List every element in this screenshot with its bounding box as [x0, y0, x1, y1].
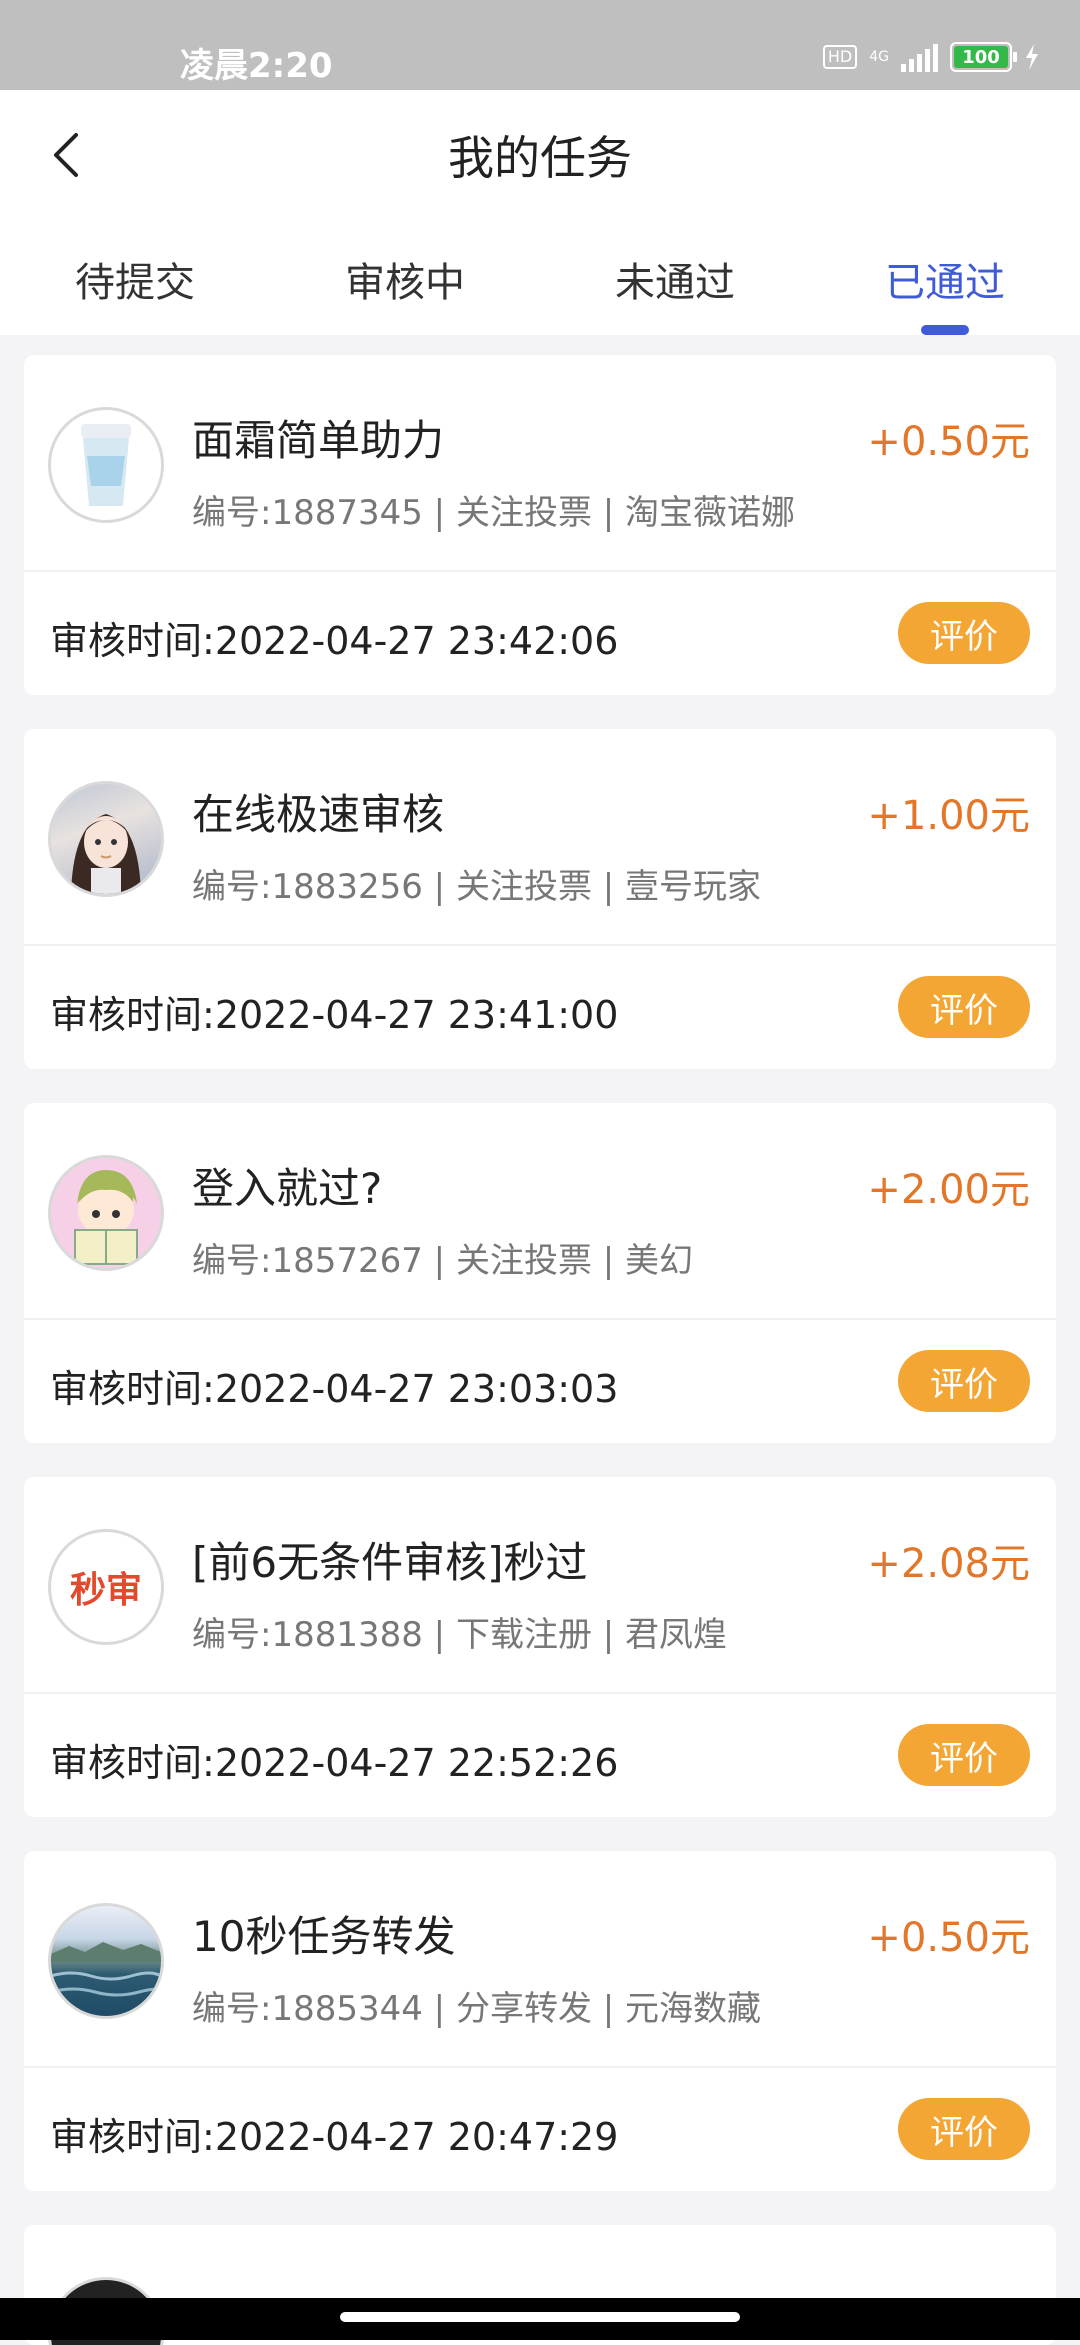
task-reward: +1.00元: [867, 793, 1030, 839]
tab-label: 审核中: [345, 260, 465, 306]
task-card[interactable]: 10秒任务转发 +0.50元 编号:1885344 | 分享转发 | 元海数藏 …: [24, 1851, 1056, 2191]
task-card-header: 在线极速审核 +1.00元 编号:1883256 | 关注投票 | 壹号玩家: [24, 729, 1056, 946]
task-card[interactable]: 在线极速审核 +1.00元 编号:1883256 | 关注投票 | 壹号玩家 审…: [24, 729, 1056, 1069]
avatar: [48, 407, 164, 523]
review-time-label: 审核时间:: [50, 993, 215, 1037]
rate-button[interactable]: 评价: [898, 602, 1030, 664]
avatar: [48, 1903, 164, 2019]
task-reward: +0.50元: [867, 419, 1030, 465]
app-logo: 秒审: [69, 1570, 142, 1611]
rate-button[interactable]: 评价: [898, 1724, 1030, 1786]
task-meta: 编号:1883256 | 关注投票 | 壹号玩家: [192, 867, 762, 907]
battery-icon: 100: [950, 42, 1017, 72]
rate-button[interactable]: 评价: [898, 1350, 1030, 1412]
review-time: 审核时间:2022-04-27 23:42:06: [50, 610, 618, 665]
task-reward: +0.50元: [867, 1915, 1030, 1961]
avatar: [48, 781, 164, 897]
review-time-value: 2022-04-27 22:52:26: [214, 1741, 619, 1785]
cartoon-boy-icon: [74, 1170, 138, 1265]
task-meta: 编号:1857267 | 关注投票 | 美幻: [192, 1241, 694, 1281]
task-card-footer: 审核时间:2022-04-27 20:47:29 评价: [24, 2068, 1056, 2191]
hd-icon: HD: [822, 45, 858, 69]
review-time-label: 审核时间:: [50, 1741, 215, 1785]
task-meta: 编号:1881388 | 下载注册 | 君凤煌: [192, 1615, 728, 1655]
header: 我的任务: [0, 90, 1080, 220]
avatar: 秒审: [48, 1529, 164, 1645]
tab-under-review[interactable]: 审核中: [270, 220, 540, 335]
charging-icon: [1026, 44, 1038, 70]
review-time-label: 审核时间:: [50, 619, 215, 663]
task-meta: 编号:1887345 | 关注投票 | 淘宝薇诺娜: [192, 493, 796, 533]
girl-portrait-icon: [71, 814, 141, 894]
review-time: 审核时间:2022-04-27 20:47:29: [50, 2106, 618, 2161]
review-time: 审核时间:2022-04-27 23:41:00: [50, 984, 618, 1039]
page-title: 我的任务: [448, 131, 632, 185]
task-card-header: 登入就过? +2.00元 编号:1857267 | 关注投票 | 美幻: [24, 1103, 1056, 1320]
review-time-label: 审核时间:: [50, 2115, 215, 2159]
status-icons: HD 4G 100: [822, 42, 1040, 72]
task-card-footer: 审核时间:2022-04-27 23:42:06 评价: [24, 572, 1056, 695]
task-card-header: 10秒任务转发 +0.50元 编号:1885344 | 分享转发 | 元海数藏: [24, 1851, 1056, 2068]
cup-icon: [81, 424, 131, 506]
task-card-header: 面霜简单助力 +0.50元 编号:1887345 | 关注投票 | 淘宝薇诺娜: [24, 355, 1056, 572]
tab-approved[interactable]: 已通过: [810, 220, 1080, 335]
home-indicator[interactable]: [340, 2312, 740, 2322]
review-time: 审核时间:2022-04-27 23:03:03: [50, 1358, 618, 1413]
task-reward: +2.00元: [867, 1167, 1030, 1213]
status-time: 凌晨2:20: [180, 46, 333, 86]
task-name: 面霜简单助力: [192, 416, 445, 465]
tab-pending-submit[interactable]: 待提交: [0, 220, 270, 335]
review-time-value: 2022-04-27 23:03:03: [214, 1367, 619, 1411]
review-time-value: 2022-04-27 20:47:29: [214, 2115, 619, 2159]
rate-button[interactable]: 评价: [898, 976, 1030, 1038]
task-name: 在线极速审核: [192, 790, 445, 839]
tab-label: 未通过: [615, 260, 735, 306]
task-list: 面霜简单助力 +0.50元 编号:1887345 | 关注投票 | 淘宝薇诺娜 …: [24, 355, 1056, 2345]
task-card[interactable]: 面霜简单助力 +0.50元 编号:1887345 | 关注投票 | 淘宝薇诺娜 …: [24, 355, 1056, 695]
rate-button[interactable]: 评价: [898, 2098, 1030, 2160]
review-time-value: 2022-04-27 23:41:00: [214, 993, 619, 1037]
task-card[interactable]: 登入就过? +2.00元 编号:1857267 | 关注投票 | 美幻 审核时间…: [24, 1103, 1056, 1443]
tab-label: 已通过: [885, 260, 1005, 306]
task-name: [前6无条件审核]秒过: [192, 1538, 588, 1587]
sea-landscape-icon: [51, 1942, 161, 1997]
system-nav-bar: [0, 2298, 1080, 2340]
review-time-value: 2022-04-27 23:42:06: [214, 619, 619, 663]
task-card-header: 秒审 [前6无条件审核]秒过 +2.08元 编号:1881388 | 下载注册 …: [24, 1477, 1056, 1694]
task-name: 10秒任务转发: [192, 1912, 456, 1961]
task-card-footer: 审核时间:2022-04-27 23:03:03 评价: [24, 1320, 1056, 1443]
tab-active-indicator: [921, 325, 969, 335]
review-time: 审核时间:2022-04-27 22:52:26: [50, 1732, 618, 1787]
task-reward: +2.08元: [867, 1541, 1030, 1587]
task-card-footer: 审核时间:2022-04-27 23:41:00 评价: [24, 946, 1056, 1069]
task-name: 登入就过?: [192, 1164, 383, 1213]
review-time-label: 审核时间:: [50, 1367, 215, 1411]
tab-bar: 待提交 审核中 未通过 已通过: [0, 220, 1080, 335]
task-card-footer: 审核时间:2022-04-27 22:52:26 评价: [24, 1694, 1056, 1817]
avatar: [48, 1155, 164, 1271]
status-bar: 凌晨2:20 HD 4G 100: [0, 0, 1080, 90]
battery-level: 100: [954, 46, 1008, 68]
tab-label: 待提交: [75, 260, 195, 306]
signal-icon: [901, 42, 938, 72]
tab-rejected[interactable]: 未通过: [540, 220, 810, 335]
network-type: 4G: [869, 49, 889, 65]
task-meta: 编号:1885344 | 分享转发 | 元海数藏: [192, 1989, 762, 2029]
task-card[interactable]: 秒审 [前6无条件审核]秒过 +2.08元 编号:1881388 | 下载注册 …: [24, 1477, 1056, 1817]
